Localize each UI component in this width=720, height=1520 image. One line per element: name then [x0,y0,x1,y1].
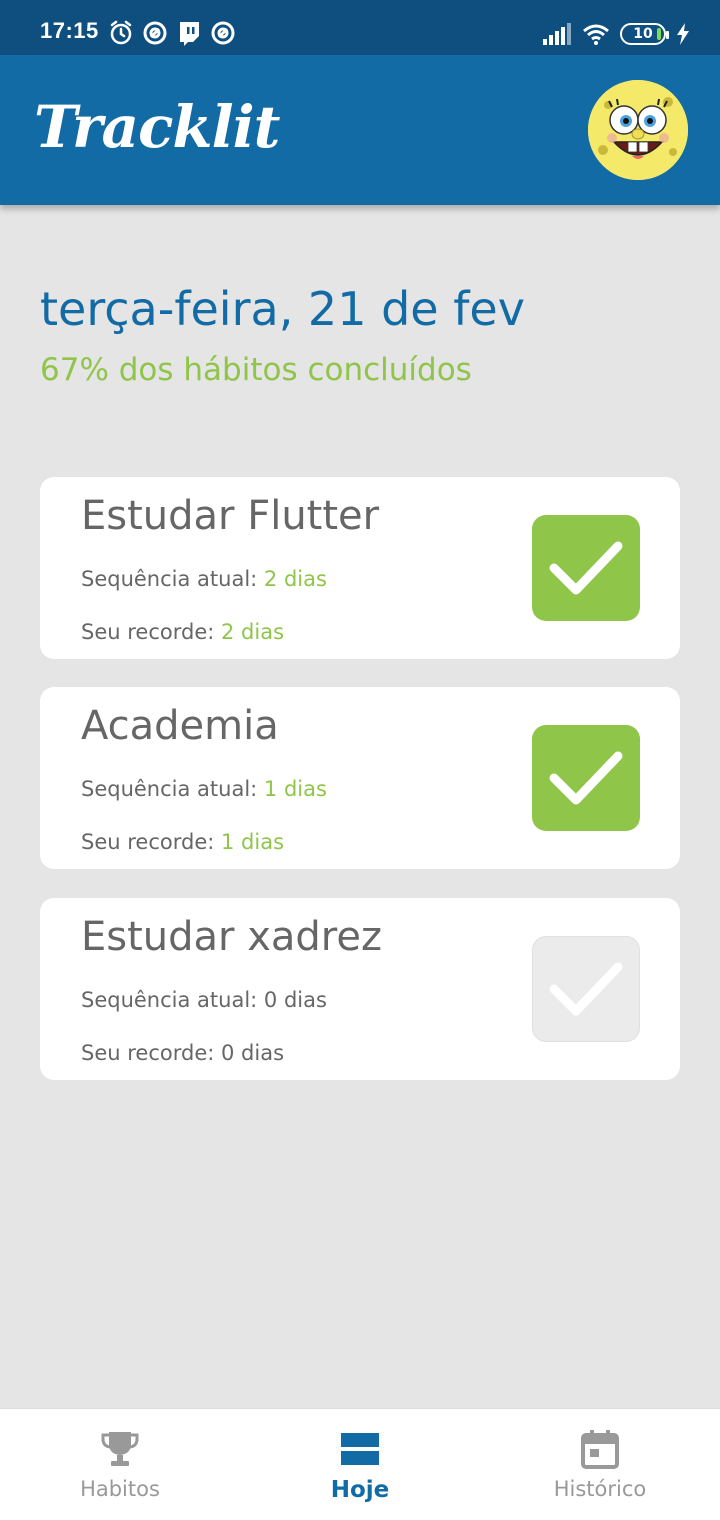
record-streak: Seu recorde: 0 dias [81,1041,284,1065]
twitch-icon [180,22,199,46]
record-streak-value: 2 dias [221,620,285,644]
habit-name: Estudar Flutter [81,493,380,539]
nav-tab-historico[interactable]: Histórico [480,1409,720,1520]
battery-level: 10 [633,26,653,42]
habit-name: Estudar xadrez [81,914,382,960]
bottom-navigation: Habitos Hoje Histórico [0,1408,720,1520]
habit-name: Academia [81,703,279,749]
today-list-icon [341,1433,379,1465]
nav-tab-habitos[interactable]: Habitos [0,1409,240,1520]
record-streak: Seu recorde: 1 dias [81,830,284,854]
at-sign-icon [211,21,235,45]
app-header: Tracklit [0,55,720,205]
current-streak-value: 2 dias [263,567,327,591]
avatar-image [588,80,688,180]
record-streak-label: Seu recorde: [81,830,215,854]
progress-summary: 67% dos hábitos concluídos [40,352,472,388]
calendar-icon [581,1430,619,1469]
check-icon [549,751,623,805]
habit-card: Estudar Flutter Sequência atual: 2 dias … [40,477,680,659]
current-streak-label: Sequência atual: [81,567,258,591]
current-streak: Sequência atual: 0 dias [81,988,327,1012]
battery-icon: 10 [620,23,669,45]
status-time: 17:15 [40,18,99,43]
nav-label: Habitos [80,1477,160,1501]
alarm-icon [110,20,132,45]
at-sign-icon [143,21,167,45]
habit-card: Estudar xadrez Sequência atual: 0 dias S… [40,898,680,1080]
avatar[interactable] [588,80,688,180]
nav-label: Hoje [330,1477,390,1503]
wifi-icon [583,24,609,45]
notification-icons [108,20,236,48]
charging-bolt-icon [677,23,689,45]
check-icon [549,962,623,1016]
app-logo: Tracklit [34,93,280,161]
check-icon [549,541,623,595]
nav-tab-hoje[interactable]: Hoje [240,1409,480,1520]
current-streak-label: Sequência atual: [81,777,258,801]
nav-label: Histórico [553,1477,647,1501]
system-icons: 10 [542,20,690,48]
current-streak-label: Sequência atual: [81,988,258,1012]
page-title: terça-feira, 21 de fev [40,282,525,336]
record-streak-value: 1 dias [221,830,285,854]
current-streak-value: 1 dias [263,777,327,801]
record-streak-value: 0 dias [221,1041,285,1065]
record-streak: Seu recorde: 2 dias [81,620,284,644]
current-streak: Sequência atual: 2 dias [81,567,327,591]
habit-done-checkbox[interactable] [532,936,640,1042]
habit-card: Academia Sequência atual: 1 dias Seu rec… [40,687,680,869]
signal-icon [543,23,571,45]
record-streak-label: Seu recorde: [81,620,215,644]
current-streak-value: 0 dias [263,988,327,1012]
trophy-icon [101,1432,139,1466]
habit-done-checkbox[interactable] [532,515,640,621]
habit-done-checkbox[interactable] [532,725,640,831]
status-bar: 17:15 10 [0,0,720,55]
current-streak: Sequência atual: 1 dias [81,777,327,801]
record-streak-label: Seu recorde: [81,1041,215,1065]
